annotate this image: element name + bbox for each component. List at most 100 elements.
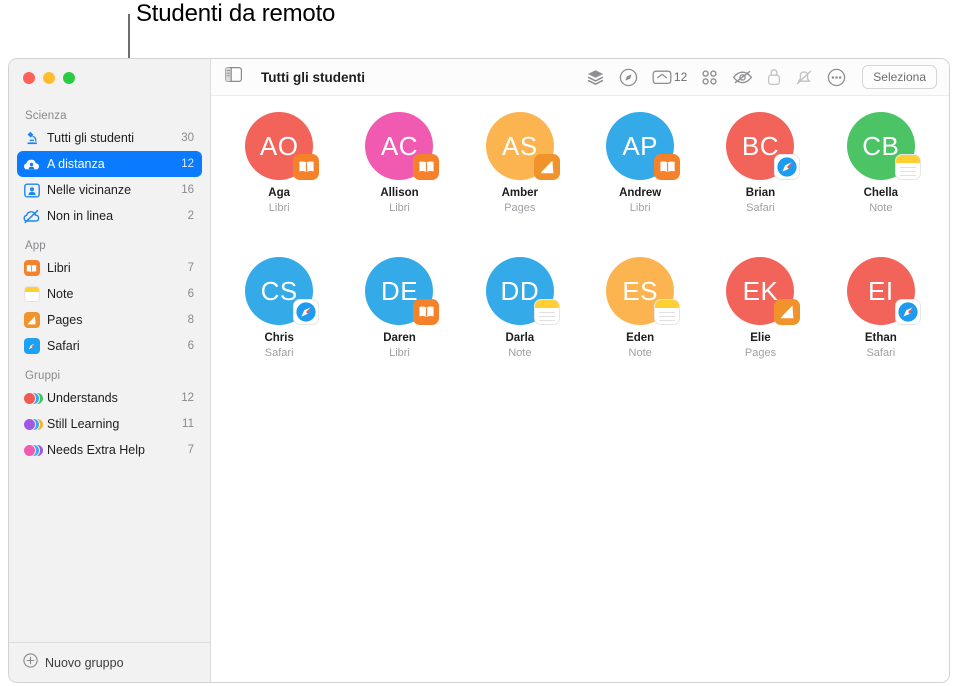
microscope-icon: [23, 130, 40, 147]
sidebar: Scienza Tutti gli studenti 30 A distanza 12 N…: [9, 59, 211, 682]
sidebar-item-a-distanza[interactable]: A distanza 12: [17, 151, 202, 177]
eye-slash-icon[interactable]: [730, 67, 755, 87]
student-current-app: Libri: [268, 202, 290, 214]
lock-icon[interactable]: [765, 66, 783, 88]
sidebar-item-libri[interactable]: Libri 7: [17, 255, 202, 281]
more-ellipsis-icon[interactable]: [825, 66, 848, 89]
sidebar-toggle-icon[interactable]: [225, 67, 243, 87]
student-current-app: Safari: [264, 347, 294, 359]
avatar: ES: [606, 257, 681, 325]
student-name: Elie: [750, 332, 771, 344]
callout-label: Studenti da remoto: [136, 0, 336, 27]
sidebar-item-label: Still Learning: [47, 417, 120, 431]
student-current-app: Note: [869, 202, 893, 214]
note-lines: [899, 167, 916, 179]
student-tile[interactable]: DD Darla Note: [460, 257, 580, 402]
books-badge-icon: [413, 154, 440, 180]
avatar: BC: [726, 112, 801, 180]
select-button[interactable]: Seleziona: [862, 65, 937, 89]
student-tile[interactable]: EK Elie Pages: [700, 257, 820, 402]
student-name: Eden: [626, 332, 655, 344]
sidebar-item-tutti-gli-studenti[interactable]: Tutti gli studenti 30: [17, 125, 202, 151]
student-tile[interactable]: AP Andrew Libri: [580, 112, 700, 257]
main-panel: Tutti gli studenti 12 Seleziona AO Aga L…: [211, 59, 949, 682]
notes-badge-icon: [654, 299, 681, 325]
books-badge-icon: [293, 154, 320, 180]
sidebar-item-safari[interactable]: Safari 6: [17, 333, 202, 359]
plus-circle-icon: [23, 652, 38, 673]
layers-icon[interactable]: [584, 66, 607, 89]
notes-badge-icon: [533, 299, 560, 325]
window-traffic-lights: [9, 59, 210, 95]
sidebar-item-count: 6: [187, 288, 194, 300]
student-name: Chris: [264, 332, 294, 344]
sidebar-item-count: 6: [187, 340, 194, 352]
pages-badge-icon: [774, 299, 801, 325]
avatar: CB: [846, 112, 921, 180]
minimize-window-button[interactable]: [43, 72, 55, 84]
sidebar-section-header: Gruppi: [25, 370, 61, 382]
student-tile[interactable]: DE Daren Libri: [339, 257, 459, 402]
close-window-button[interactable]: [23, 72, 35, 84]
bell-slash-icon[interactable]: [793, 67, 815, 88]
student-tile[interactable]: CS Chris Safari: [219, 257, 339, 402]
sidebar-item-still-learning[interactable]: Still Learning 11: [17, 411, 202, 437]
inbox-icon[interactable]: 12: [650, 67, 689, 88]
sidebar-item-label: Nelle vicinanze: [47, 183, 132, 197]
student-current-app: Libri: [389, 202, 410, 214]
grid-apps-icon[interactable]: [699, 67, 720, 88]
notes-badge-icon: [894, 154, 921, 180]
safari-app-icon: [23, 338, 40, 355]
note-lines: [538, 312, 555, 324]
sidebar-item-needs-extra-help[interactable]: Needs Extra Help 7: [17, 437, 202, 463]
student-tile[interactable]: CB Chella Note: [821, 112, 941, 257]
inbox-count: 12: [673, 70, 688, 84]
compass-navigate-icon[interactable]: [617, 66, 640, 89]
sidebar-item-note[interactable]: Note 6: [17, 281, 202, 307]
sidebar-item-count: 16: [181, 184, 194, 196]
avatar: EI: [846, 257, 921, 325]
student-name: Ethan: [864, 332, 897, 344]
sidebar-item-label: Note: [47, 287, 74, 301]
sidebar-item-label: Safari: [47, 339, 80, 353]
sidebar-item-count: 12: [181, 392, 194, 404]
group-avatars-icon: [23, 442, 44, 459]
cloud-slash-icon: [23, 208, 40, 225]
sidebar-item-pages[interactable]: Pages 8: [17, 307, 202, 333]
sidebar-item-count: 12: [181, 158, 194, 170]
sidebar-item-understands[interactable]: Understands 12: [17, 385, 202, 411]
student-current-app: Pages: [744, 347, 777, 359]
student-tile[interactable]: ES Eden Note: [580, 257, 700, 402]
student-tile[interactable]: BC Brian Safari: [700, 112, 820, 257]
safari-badge-icon: [894, 299, 921, 325]
student-name: Chella: [863, 187, 899, 199]
new-group-button[interactable]: Nuovo gruppo: [9, 642, 210, 682]
student-tile[interactable]: AS Amber Pages: [460, 112, 580, 257]
student-name: Andrew: [619, 187, 662, 199]
student-current-app: Note: [508, 347, 532, 359]
sidebar-item-label: Tutti gli studenti: [47, 131, 135, 145]
sidebar-section-header: Scienza: [25, 110, 67, 122]
sidebar-item-nelle-vicinanze[interactable]: Nelle vicinanze 16: [17, 177, 202, 203]
note-lines: [659, 312, 676, 324]
sidebar-item-label: A distanza: [47, 157, 105, 171]
sidebar-item-label: Pages: [47, 313, 83, 327]
books-badge-icon: [654, 154, 681, 180]
student-tile[interactable]: EI Ethan Safari: [821, 257, 941, 402]
sidebar-section-header: App: [25, 240, 46, 252]
student-current-app: Safari: [746, 202, 775, 214]
student-tile[interactable]: AC Allison Libri: [339, 112, 459, 257]
sidebar-item-label: Non in linea: [47, 209, 114, 223]
safari-badge-icon: [774, 154, 801, 180]
sidebar-item-non-in-linea[interactable]: Non in linea 2: [17, 203, 202, 229]
student-name: Daren: [383, 332, 416, 344]
student-tile[interactable]: AO Aga Libri: [219, 112, 339, 257]
avatar: AP: [606, 112, 681, 180]
books-app-icon: [23, 260, 40, 277]
pages-app-icon: [23, 312, 40, 329]
zoom-window-button[interactable]: [63, 72, 75, 84]
student-name: Allison: [380, 187, 419, 199]
avatar: DE: [365, 257, 440, 325]
toolbar: Tutti gli studenti 12 Seleziona: [211, 59, 949, 96]
sidebar-item-label: Needs Extra Help: [47, 443, 145, 457]
